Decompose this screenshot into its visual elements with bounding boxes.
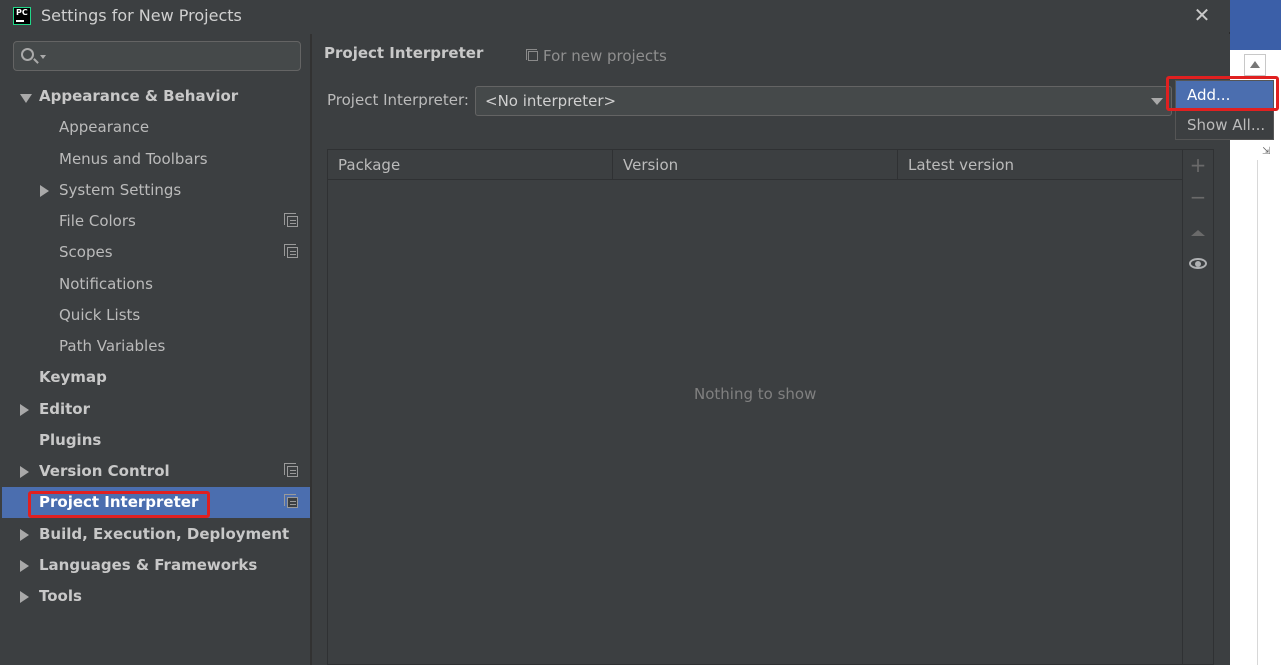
packages-toolbar: + − — [1183, 149, 1214, 665]
collapsed-arrow-icon[interactable] — [20, 466, 29, 478]
add-package-button[interactable]: + — [1183, 150, 1213, 180]
table-header: Package Version Latest version — [328, 150, 1182, 180]
page-title: Project Interpreter — [324, 44, 484, 62]
desktop-background — [1230, 50, 1281, 665]
sidebar-item-plugins[interactable]: Plugins — [2, 425, 310, 456]
sidebar-item-path-variables[interactable]: Path Variables — [2, 331, 310, 362]
show-early-releases-eye-icon[interactable] — [1189, 258, 1207, 269]
column-package[interactable]: Package — [328, 150, 613, 180]
project-scope-copy-icon — [284, 463, 298, 477]
interpreter-label: Project Interpreter: — [327, 91, 469, 109]
annotation-highlight-add — [1166, 76, 1279, 111]
sidebar-item-file-colors[interactable]: File Colors — [2, 206, 310, 237]
sidebar-item-system-settings[interactable]: System Settings — [2, 175, 310, 206]
sidebar-item-label: Notifications — [59, 275, 153, 293]
search-icon — [21, 48, 34, 61]
sidebar-item-languages-frameworks[interactable]: Languages & Frameworks — [2, 550, 310, 581]
sidebar-item-build-execution-deployment[interactable]: Build, Execution, Deployment — [2, 519, 310, 550]
close-button[interactable]: ✕ — [1188, 2, 1216, 28]
sidebar-item-label: Build, Execution, Deployment — [39, 525, 290, 543]
sidebar-item-label: Version Control — [39, 462, 170, 480]
empty-table-message: Nothing to show — [694, 385, 817, 403]
interpreter-dropdown[interactable]: <No interpreter> — [475, 86, 1172, 116]
sidebar-item-label: Appearance — [59, 118, 150, 136]
sidebar-item-notifications[interactable]: Notifications — [2, 269, 310, 300]
search-history-dropdown-icon[interactable] — [40, 55, 46, 59]
show-all-interpreters-menu-item[interactable]: Show All... — [1176, 111, 1273, 140]
collapsed-arrow-icon[interactable] — [20, 560, 29, 572]
desktop-divider — [1257, 160, 1258, 665]
scope-label: For new projects — [543, 47, 667, 65]
collapsed-arrow-icon[interactable] — [20, 529, 29, 541]
sidebar-item-label: File Colors — [59, 212, 136, 230]
project-interpreter-panel: Project Interpreter For new projects Pro… — [312, 34, 1230, 665]
chevron-down-icon — [1151, 98, 1163, 105]
packages-table: Package Version Latest version Nothing t… — [327, 149, 1183, 665]
interpreter-value: <No interpreter> — [485, 92, 617, 110]
project-scope-copy-icon — [284, 494, 298, 508]
sidebar-item-version-control[interactable]: Version Control — [2, 456, 310, 487]
project-scope-copy-icon — [284, 213, 298, 227]
sidebar-item-label: Menus and Toolbars — [59, 150, 208, 168]
sidebar-item-label: Quick Lists — [59, 306, 141, 324]
sidebar-item-label: Appearance & Behavior — [39, 87, 239, 105]
sidebar-item-appearance-behavior[interactable]: Appearance & Behavior — [2, 81, 310, 112]
sidebar-item-appearance[interactable]: Appearance — [2, 112, 310, 143]
app-icon-text: PC — [16, 8, 28, 17]
pycharm-app-icon: PC — [13, 7, 31, 25]
desktop-scroll-up-button[interactable] — [1244, 54, 1266, 76]
sidebar-item-label: Tools — [39, 587, 82, 605]
desktop-background-top — [1230, 0, 1281, 50]
expanded-arrow-icon[interactable] — [20, 94, 32, 103]
annotation-highlight-project-interpreter — [28, 491, 210, 518]
settings-sidebar: Appearance & Behavior Appearance Menus and… — [2, 34, 310, 665]
sidebar-item-keymap[interactable]: Keymap — [2, 362, 310, 393]
sidebar-item-editor[interactable]: Editor — [2, 394, 310, 425]
settings-dialog: PC Settings for New Projects ✕ Appearanc… — [0, 0, 1230, 665]
sidebar-item-label: Languages & Frameworks — [39, 556, 258, 574]
sidebar-item-scopes[interactable]: Scopes — [2, 237, 310, 268]
collapsed-arrow-icon[interactable] — [20, 404, 29, 416]
sidebar-item-menus-and-toolbars[interactable]: Menus and Toolbars — [2, 144, 310, 175]
upgrade-package-icon[interactable] — [1191, 230, 1205, 236]
sidebar-item-label: System Settings — [59, 181, 182, 199]
collapsed-arrow-icon[interactable] — [20, 591, 29, 603]
column-version[interactable]: Version — [613, 150, 898, 180]
window-title: Settings for New Projects — [41, 6, 242, 25]
sidebar-item-label: Editor — [39, 400, 90, 418]
sidebar-item-label: Plugins — [39, 431, 102, 449]
sidebar-item-label: Scopes — [59, 243, 113, 261]
column-latest-version[interactable]: Latest version — [898, 150, 1182, 180]
project-scope-copy-icon — [284, 244, 298, 258]
remove-package-button[interactable]: − — [1183, 182, 1213, 212]
desktop-resize-corner-icon: ⇲ — [1262, 146, 1271, 157]
settings-search-input[interactable] — [13, 41, 301, 71]
title-bar[interactable]: PC Settings for New Projects ✕ — [0, 0, 1230, 32]
sidebar-item-label: Path Variables — [59, 337, 166, 355]
sidebar-item-quick-lists[interactable]: Quick Lists — [2, 300, 310, 331]
copy-scope-icon — [526, 49, 538, 61]
sidebar-item-tools[interactable]: Tools — [2, 581, 310, 612]
sidebar-item-label: Keymap — [39, 368, 107, 386]
collapsed-arrow-icon[interactable] — [40, 185, 49, 197]
